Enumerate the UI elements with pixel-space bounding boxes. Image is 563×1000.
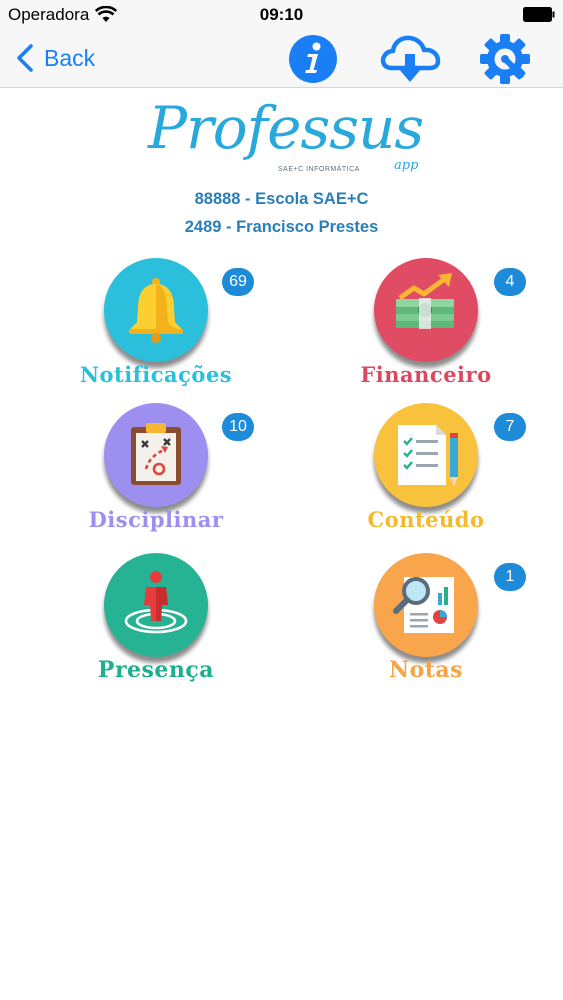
person-target-icon xyxy=(124,571,188,634)
disciplinar-label: Disciplinar xyxy=(88,507,224,532)
notificacoes-circle xyxy=(104,258,208,362)
status-bar: Operadora 09:10 xyxy=(0,0,563,30)
presenca-label: Presença xyxy=(97,657,215,683)
clipboard-strategy-icon xyxy=(131,423,181,485)
notas-label: Notas xyxy=(388,657,464,683)
back-button[interactable]: Back xyxy=(14,42,95,74)
bell-icon xyxy=(129,278,183,343)
checklist-pen-icon xyxy=(398,425,458,487)
chevron-left-icon xyxy=(17,44,33,72)
logo-wordmark: Professus xyxy=(148,94,424,162)
menu-financeiro[interactable]: 4 Financeiro xyxy=(322,258,526,398)
conteudo-badge: 7 xyxy=(494,413,526,441)
info-icon[interactable] xyxy=(286,32,340,86)
battery-icon xyxy=(523,7,555,22)
logo-subtitle: SAE+C INFORMÁTICA xyxy=(278,166,360,173)
notas-badge: 1 xyxy=(494,563,526,591)
presenca-circle xyxy=(104,553,208,657)
cloud-download-icon[interactable] xyxy=(378,32,442,86)
back-button-label: Back xyxy=(44,44,96,71)
conteudo-label: Conteúdo xyxy=(367,507,485,532)
notificacoes-badge: 69 xyxy=(222,268,254,296)
menu-notas[interactable]: 1 Notas xyxy=(322,553,526,693)
financeiro-badge: 4 xyxy=(494,268,526,296)
menu-presenca[interactable]: Presença xyxy=(52,553,252,693)
disciplinar-circle xyxy=(104,403,208,507)
navigation-bar: Back xyxy=(0,30,563,88)
notificacoes-label: Notificações xyxy=(79,362,233,387)
student-name: 2489 - Francisco Prestes xyxy=(184,218,379,236)
menu-notificacoes[interactable]: 69 Notificações xyxy=(52,258,254,398)
school-name: 88888 - Escola SAE+C xyxy=(194,190,369,208)
money-growth-icon xyxy=(396,273,454,329)
financeiro-circle xyxy=(374,258,478,362)
report-magnifier-icon xyxy=(393,577,454,633)
conteudo-circle xyxy=(374,403,478,507)
disciplinar-badge: 10 xyxy=(222,413,254,441)
professus-logo: Professus SAE+C INFORMÁTICA app xyxy=(146,94,424,186)
logo-suffix: app xyxy=(394,158,419,173)
notas-circle xyxy=(374,553,478,657)
settings-gear-icon[interactable] xyxy=(478,32,532,86)
menu-disciplinar[interactable]: 10 Disciplinar xyxy=(52,403,254,543)
status-time: 09:10 xyxy=(259,5,304,24)
financeiro-label: Financeiro xyxy=(360,362,492,387)
menu-conteudo[interactable]: 7 Conteúdo xyxy=(322,403,526,543)
